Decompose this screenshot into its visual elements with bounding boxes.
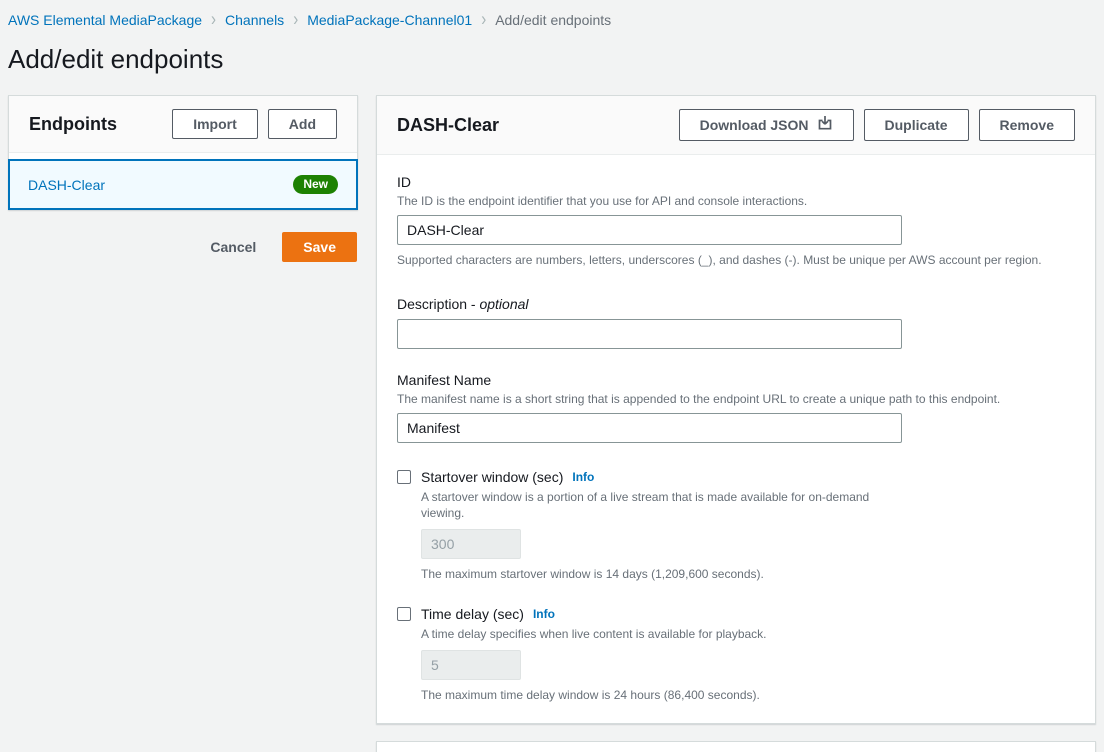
time-delay-field-group: Time delay (sec) Info A time delay speci…: [397, 606, 1075, 703]
breadcrumb-separator-icon: ›: [293, 8, 298, 30]
endpoints-card: Endpoints Import Add DASH-Clear New: [8, 95, 358, 210]
form-actions: Cancel Save: [8, 232, 358, 262]
startover-info-link[interactable]: Info: [572, 470, 594, 484]
endpoint-link[interactable]: DASH-Clear: [28, 177, 105, 193]
add-button[interactable]: Add: [268, 109, 337, 139]
time-delay-info-link[interactable]: Info: [533, 607, 555, 621]
download-icon: [817, 115, 833, 135]
description-label: Description - optional: [397, 295, 1075, 313]
startover-window-checkbox[interactable]: [397, 470, 411, 484]
breadcrumb-separator-icon: ›: [481, 8, 486, 30]
duplicate-button[interactable]: Duplicate: [864, 109, 969, 141]
manifest-name-description: The manifest name is a short string that…: [397, 391, 1075, 407]
endpoint-detail-header: DASH-Clear Download JSON Duplicate: [377, 96, 1095, 155]
startover-window-label[interactable]: Startover window (sec): [421, 469, 563, 485]
endpoint-detail-title: DASH-Clear: [397, 115, 499, 136]
time-delay-label[interactable]: Time delay (sec): [421, 606, 524, 622]
id-field-group: ID The ID is the endpoint identifier tha…: [397, 173, 1075, 268]
save-button[interactable]: Save: [282, 232, 357, 262]
id-description: The ID is the endpoint identifier that y…: [397, 193, 1075, 209]
endpoints-panel-title: Endpoints: [29, 114, 117, 135]
endpoint-list-item-dash-clear[interactable]: DASH-Clear New: [8, 159, 358, 210]
breadcrumb-channels-link[interactable]: Channels: [225, 12, 284, 28]
manifest-name-field-group: Manifest Name The manifest name is a sho…: [397, 371, 1075, 443]
description-field-group: Description - optional: [397, 295, 1075, 349]
endpoint-detail-card: DASH-Clear Download JSON Duplicate: [376, 95, 1096, 724]
page-title: Add/edit endpoints: [8, 44, 1096, 75]
time-delay-constraint: The maximum time delay window is 24 hour…: [421, 687, 1075, 703]
manifest-name-input[interactable]: [397, 413, 902, 443]
breadcrumb-channel01-link[interactable]: MediaPackage-Channel01: [307, 12, 472, 28]
cancel-button[interactable]: Cancel: [210, 233, 256, 261]
page: AWS Elemental MediaPackage › Channels › …: [0, 0, 1104, 752]
endpoints-card-header: Endpoints Import Add: [9, 96, 357, 153]
download-json-button[interactable]: Download JSON: [679, 109, 854, 141]
endpoint-detail-column: DASH-Clear Download JSON Duplicate: [376, 95, 1096, 752]
import-button[interactable]: Import: [172, 109, 258, 139]
startover-window-input: [421, 529, 521, 559]
breadcrumb: AWS Elemental MediaPackage › Channels › …: [8, 0, 1096, 28]
content-columns: Endpoints Import Add DASH-Clear New Canc…: [8, 95, 1096, 752]
time-delay-description: A time delay specifies when live content…: [421, 626, 891, 642]
id-constraint-text: Supported characters are numbers, letter…: [397, 252, 1075, 268]
endpoints-column: Endpoints Import Add DASH-Clear New Canc…: [8, 95, 358, 262]
remove-button[interactable]: Remove: [979, 109, 1075, 141]
description-input[interactable]: [397, 319, 902, 349]
startover-window-constraint: The maximum startover window is 14 days …: [421, 566, 1075, 582]
breadcrumb-separator-icon: ›: [211, 8, 216, 30]
startover-window-field-group: Startover window (sec) Info A startover …: [397, 469, 1075, 582]
manifest-name-label: Manifest Name: [397, 371, 1075, 389]
new-status-badge: New: [293, 175, 338, 194]
breadcrumb-current-page: Add/edit endpoints: [495, 12, 611, 28]
endpoint-form: ID The ID is the endpoint identifier tha…: [377, 155, 1095, 723]
time-delay-input: [421, 650, 521, 680]
id-input[interactable]: [397, 215, 902, 245]
startover-window-description: A startover window is a portion of a liv…: [421, 489, 891, 521]
time-delay-checkbox[interactable]: [397, 607, 411, 621]
breadcrumb-mediapackage-link[interactable]: AWS Elemental MediaPackage: [8, 12, 202, 28]
id-label: ID: [397, 173, 1075, 191]
packager-settings-card: Packager settings: [376, 741, 1096, 752]
